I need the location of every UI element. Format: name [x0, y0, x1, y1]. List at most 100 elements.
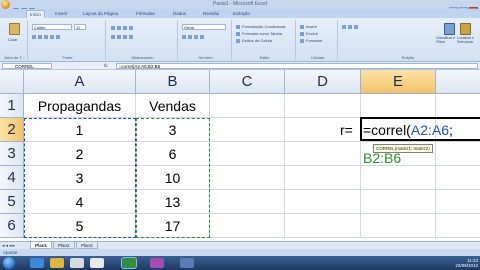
delete-cells-button[interactable]: Excluir — [300, 31, 318, 36]
cell-b1[interactable]: Vendas — [136, 94, 210, 118]
row-header-4[interactable]: 4 — [0, 166, 24, 190]
font-group-label: Fonte — [62, 55, 73, 60]
cell-f6[interactable] — [436, 214, 480, 238]
column-header-d[interactable]: D — [285, 70, 361, 94]
tab-revisao[interactable]: Revisão — [200, 10, 222, 18]
cell-c3[interactable] — [210, 142, 285, 166]
cell-f3[interactable] — [436, 142, 480, 166]
cell-e1[interactable] — [361, 94, 436, 118]
styles-group-label: Estilo — [259, 55, 270, 60]
row-header-6[interactable]: 6 — [0, 214, 24, 238]
formula-function-text: =correl( — [363, 122, 411, 138]
taskbar: 11:23 23/08/2012 — [0, 256, 480, 270]
cell-e5[interactable] — [361, 190, 436, 214]
autosum-icons[interactable] — [342, 24, 360, 29]
clipboard-group: Colar Área de T... — [2, 20, 28, 60]
cell-d1[interactable] — [285, 94, 361, 118]
column-header-b[interactable]: B — [136, 70, 210, 94]
editing-group: Classificar e Filtrar Localizar e Seleci… — [340, 20, 476, 60]
tab-formulas[interactable]: Fórmulas — [133, 10, 158, 18]
tab-inicio[interactable]: Início — [26, 10, 45, 18]
format-as-table-button[interactable]: Formatar como Tabela — [236, 31, 282, 36]
formula-separator: ; — [449, 122, 453, 138]
cell-c1[interactable] — [210, 94, 285, 118]
bold-italic-underline[interactable] — [32, 34, 62, 39]
app-taskbar-icon-1[interactable] — [150, 258, 164, 268]
formula-bar: CORREL fx =correl(A2:A6;B2:B6 — [0, 62, 480, 70]
in-cell-formula-line2[interactable]: B2:B6 — [363, 149, 401, 167]
cell-d4[interactable] — [285, 166, 361, 190]
sheet-tab-plan3[interactable]: Plan3 — [76, 242, 98, 249]
cell-c4[interactable] — [210, 166, 285, 190]
formula-ref-a: A2:A6 — [410, 122, 449, 138]
cell-d6[interactable] — [285, 214, 361, 238]
range-highlight-a2-a6 — [24, 118, 136, 238]
taskbar-clock[interactable]: 11:23 23/08/2012 — [455, 258, 478, 268]
cell-d5[interactable] — [285, 190, 361, 214]
row-header-5[interactable]: 5 — [0, 190, 24, 214]
font-name-select[interactable]: Calibri — [32, 24, 72, 30]
paste-label[interactable]: Colar — [8, 37, 18, 42]
cell-f4[interactable] — [436, 166, 480, 190]
alignment-group-label: Alinhamento — [131, 55, 154, 60]
range-highlight-b2-b6 — [136, 118, 210, 238]
sort-filter-icon[interactable] — [444, 23, 455, 35]
media-player-icon[interactable] — [70, 258, 84, 268]
explorer-icon[interactable] — [50, 258, 64, 268]
cell-e4[interactable] — [361, 166, 436, 190]
cell-c2[interactable] — [210, 118, 285, 142]
tab-exibicao[interactable]: Exibição — [230, 10, 253, 18]
row-header-2[interactable]: 2 — [0, 118, 24, 142]
number-group-label: Número — [198, 55, 213, 60]
ie-icon[interactable] — [30, 258, 44, 268]
styles-group: Formatação Condicional Formatar como Tab… — [234, 20, 296, 60]
cell-f5[interactable] — [436, 190, 480, 214]
format-cells-button[interactable]: Formatar — [300, 38, 322, 43]
cell-c5[interactable] — [210, 190, 285, 214]
cell-styles-button[interactable]: Estilos de Célula — [236, 38, 272, 43]
conditional-formatting-button[interactable]: Formatação Condicional — [236, 24, 285, 29]
sheet-tab-plan1[interactable]: Plan1 — [30, 242, 53, 249]
font-size-select[interactable]: 11 — [74, 24, 86, 30]
excel-taskbar-icon[interactable] — [122, 258, 136, 268]
cells-group: Inserir Excluir Formatar Células — [298, 20, 338, 60]
editing-group-label: Edição — [401, 55, 415, 60]
paste-icon[interactable] — [9, 23, 20, 35]
column-header-f[interactable] — [436, 70, 480, 94]
find-select-icon[interactable] — [460, 23, 471, 35]
cell-d3[interactable] — [285, 142, 361, 166]
sheet-tab-plan2[interactable]: Plan2 — [53, 242, 75, 249]
formula-input[interactable]: =correl(A2:A6;B2:B6 — [116, 63, 478, 69]
fx-icon[interactable]: fx — [104, 63, 114, 69]
cell-e6[interactable] — [361, 214, 436, 238]
start-button-icon[interactable] — [3, 257, 15, 269]
column-header-a[interactable]: A — [24, 70, 136, 94]
align-top-icons[interactable] — [111, 25, 135, 30]
in-cell-formula-line1[interactable]: =correl(A2:A6; — [363, 121, 453, 139]
system-tray: 11:23 23/08/2012 — [418, 258, 478, 268]
sheet-tabs-bar: ◂◂◂▸ Plan1 Plan2 Plan3 — [0, 241, 480, 249]
row-header-1[interactable]: 1 — [0, 94, 24, 118]
number-format-icons[interactable] — [182, 34, 206, 39]
select-all-corner[interactable] — [0, 70, 24, 94]
row-header-3[interactable]: 3 — [0, 142, 24, 166]
tab-dados[interactable]: Dados — [170, 10, 189, 18]
tab-layout[interactable]: Layout da Página — [80, 10, 121, 18]
cell-c6[interactable] — [210, 214, 285, 238]
column-header-c[interactable]: C — [210, 70, 285, 94]
column-header-e[interactable]: E — [361, 70, 436, 94]
worksheet-grid[interactable]: A B C D E 1 2 3 4 5 6 Propagandas Vendas… — [0, 70, 480, 241]
title-bar: Pasta1 - Microsoft Excel — [0, 0, 480, 14]
app-taskbar-icon-2[interactable] — [180, 258, 194, 268]
name-box[interactable]: CORREL — [2, 63, 52, 69]
align-bottom-icons[interactable] — [111, 34, 135, 39]
cell-a1[interactable]: Propagandas — [24, 94, 136, 118]
number-format-select[interactable]: Geral — [182, 24, 226, 30]
insert-cells-button[interactable]: Inserir — [300, 24, 317, 29]
find-select-label[interactable]: Localizar e Selecionar — [457, 36, 475, 43]
tab-inserir[interactable]: Inserir — [52, 10, 71, 18]
sort-filter-label[interactable]: Classificar e Filtrar — [436, 36, 456, 43]
ribbon-tabs: Início Inserir Layout da Página Fórmulas… — [0, 9, 480, 18]
chrome-icon[interactable] — [90, 258, 104, 268]
cell-f1[interactable] — [436, 94, 480, 118]
